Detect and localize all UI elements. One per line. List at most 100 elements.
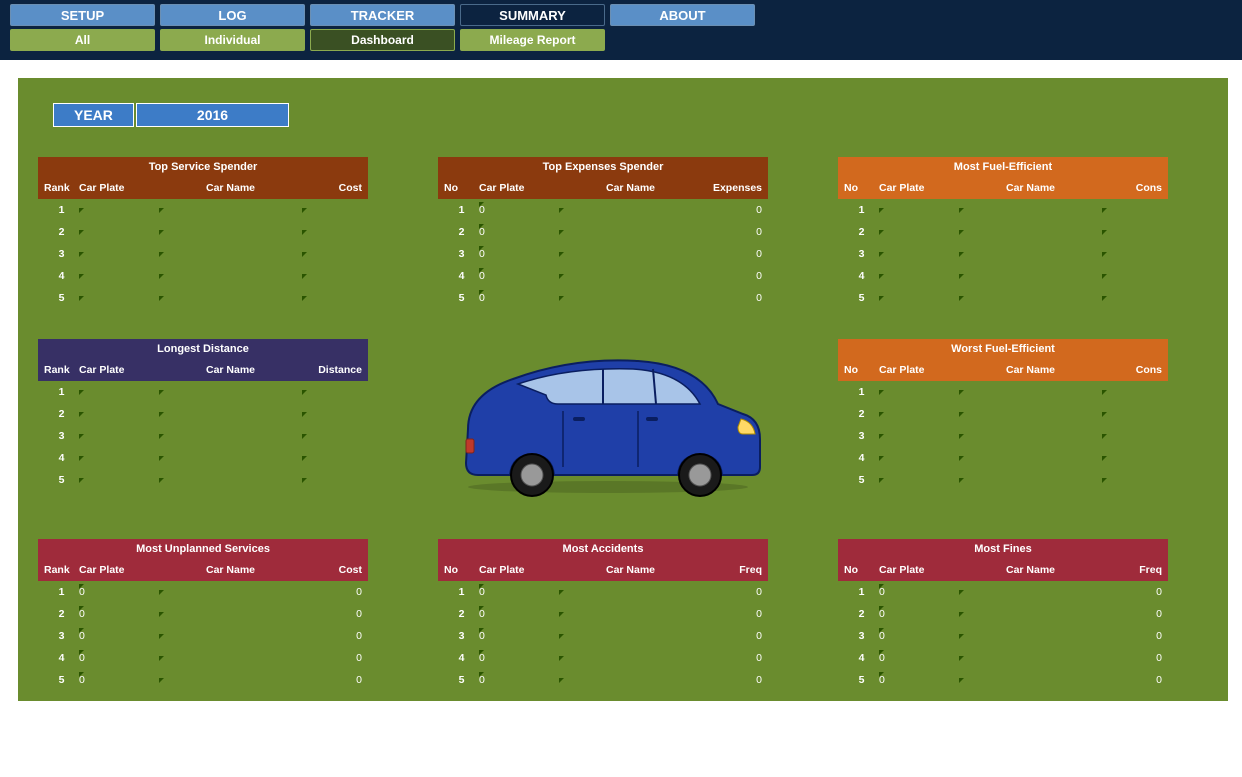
card-worst-fuel: Worst Fuel-Efficient No Car Plate Car Na… — [838, 339, 1168, 509]
card-title: Top Service Spender — [38, 157, 368, 177]
year-value[interactable]: 2016 — [136, 103, 289, 127]
card-rows: 12345 — [838, 199, 1168, 309]
plate-cell: 0 — [879, 652, 959, 664]
rank-cell: 1 — [44, 204, 79, 216]
value-cell: 0 — [302, 608, 362, 620]
table-row: 500 — [438, 669, 768, 691]
dashboard: YEAR 2016 Top Service Spender Rank Car P… — [18, 78, 1228, 701]
rank-cell: 3 — [44, 630, 79, 642]
card-title: Most Accidents — [438, 539, 768, 559]
table-row: 400 — [438, 647, 768, 669]
rank-cell: 2 — [444, 608, 479, 620]
rank-cell: 4 — [44, 452, 79, 464]
rank-cell: 3 — [44, 430, 79, 442]
rank-cell: 2 — [444, 226, 479, 238]
table-row: 3 — [38, 243, 368, 265]
subtab-individual[interactable]: Individual — [160, 29, 305, 51]
table-row: 100 — [438, 581, 768, 603]
tab-about[interactable]: ABOUT — [610, 4, 755, 26]
card-rows: 100200300400500 — [438, 199, 768, 309]
rank-cell: 1 — [844, 386, 879, 398]
table-row: 400 — [438, 265, 768, 287]
table-row: 300 — [38, 625, 368, 647]
tab-setup[interactable]: SETUP — [10, 4, 155, 26]
column-headers: No Car Plate Car Name Freq — [438, 559, 768, 581]
value-cell: 0 — [1102, 586, 1162, 598]
column-headers: No Car Plate Car Name Expenses — [438, 177, 768, 199]
rank-cell: 4 — [44, 652, 79, 664]
table-row: 400 — [38, 647, 368, 669]
rank-cell: 4 — [844, 270, 879, 282]
column-headers: No Car Plate Car Name Freq — [838, 559, 1168, 581]
card-rows: 100200300400500 — [438, 581, 768, 691]
rank-cell: 5 — [44, 474, 79, 486]
table-row: 300 — [438, 625, 768, 647]
car-illustration — [438, 339, 768, 509]
table-row: 5 — [38, 469, 368, 491]
table-row: 200 — [838, 603, 1168, 625]
rank-cell: 3 — [844, 430, 879, 442]
card-rows: 1 2 3 4 5 — [38, 199, 368, 309]
value-cell: 0 — [702, 608, 762, 620]
table-row: 4 — [838, 265, 1168, 287]
card-most-fuel: Most Fuel-Efficient No Car Plate Car Nam… — [838, 157, 1168, 309]
table-row: 4 — [838, 447, 1168, 469]
plate-cell: 0 — [879, 586, 959, 598]
table-row: 2 — [38, 403, 368, 425]
tab-log[interactable]: LOG — [160, 4, 305, 26]
card-rows: 100200300400500 — [38, 581, 368, 691]
rank-cell: 3 — [844, 248, 879, 260]
tab-tracker[interactable]: TRACKER — [310, 4, 455, 26]
table-row: 2 — [838, 221, 1168, 243]
card-title: Worst Fuel-Efficient — [838, 339, 1168, 359]
rank-cell: 4 — [444, 652, 479, 664]
main-tabs: SETUP LOG TRACKER SUMMARY ABOUT — [10, 4, 1232, 26]
card-accidents: Most Accidents No Car Plate Car Name Fre… — [438, 539, 768, 691]
card-unplanned: Most Unplanned Services Rank Car Plate C… — [38, 539, 368, 691]
table-row: 500 — [38, 669, 368, 691]
value-cell: 0 — [302, 674, 362, 686]
card-rows: 100200300400500 — [838, 581, 1168, 691]
rank-cell: 4 — [44, 270, 79, 282]
rank-cell: 3 — [844, 630, 879, 642]
table-row: 5 — [838, 469, 1168, 491]
plate-cell: 0 — [479, 586, 559, 598]
rank-cell: 2 — [844, 226, 879, 238]
card-rows: 1 2 3 45 — [838, 381, 1168, 491]
plate-cell: 0 — [79, 608, 159, 620]
table-row: 4 — [38, 447, 368, 469]
rank-cell: 1 — [444, 204, 479, 216]
rank-cell: 5 — [444, 674, 479, 686]
table-row: 1 — [38, 199, 368, 221]
rank-cell: 5 — [444, 292, 479, 304]
tab-summary[interactable]: SUMMARY — [460, 4, 605, 26]
subtab-mileage[interactable]: Mileage Report — [460, 29, 605, 51]
table-row: 1 — [38, 381, 368, 403]
rank-cell: 1 — [44, 586, 79, 598]
plate-cell: 0 — [479, 652, 559, 664]
subtab-all[interactable]: All — [10, 29, 155, 51]
plate-cell: 0 — [879, 608, 959, 620]
table-row: 500 — [838, 669, 1168, 691]
rank-cell: 1 — [844, 204, 879, 216]
plate-cell: 0 — [479, 674, 559, 686]
value-cell: 0 — [702, 226, 762, 238]
rank-cell: 2 — [844, 408, 879, 420]
card-title: Top Expenses Spender — [438, 157, 768, 177]
rank-cell: 2 — [44, 226, 79, 238]
table-row: 200 — [38, 603, 368, 625]
subtab-dashboard[interactable]: Dashboard — [310, 29, 455, 51]
card-service: Top Service Spender Rank Car Plate Car N… — [38, 157, 368, 309]
card-expenses: Top Expenses Spender No Car Plate Car Na… — [438, 157, 768, 309]
table-row: 300 — [838, 625, 1168, 647]
rank-cell: 3 — [44, 248, 79, 260]
value-cell: 0 — [702, 674, 762, 686]
value-cell: 0 — [302, 630, 362, 642]
navbar: SETUP LOG TRACKER SUMMARY ABOUT All Indi… — [0, 0, 1242, 60]
plate-cell: 0 — [79, 586, 159, 598]
table-row: 200 — [438, 603, 768, 625]
table-row: 2 — [838, 403, 1168, 425]
value-cell: 0 — [302, 652, 362, 664]
table-row: 5 — [38, 287, 368, 309]
table-row: 300 — [438, 243, 768, 265]
